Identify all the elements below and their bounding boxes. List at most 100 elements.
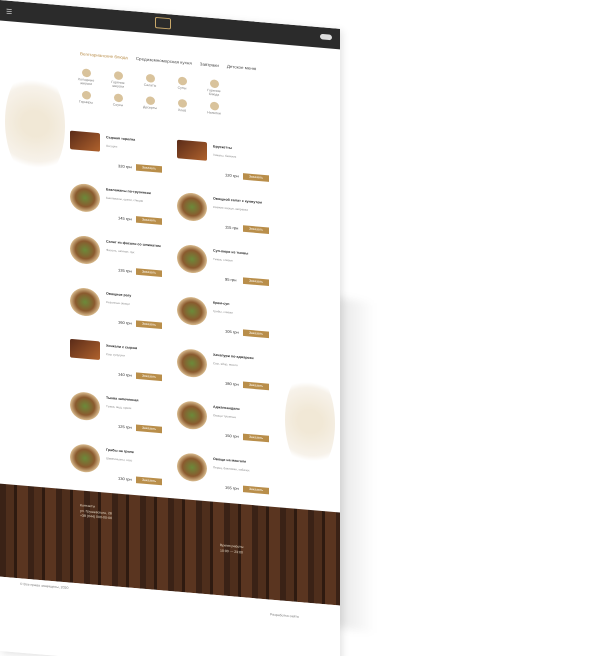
category-icons: Холодные закуски Горячие закуски Салаты Суп…: [75, 68, 255, 119]
category-label: Гарниры: [79, 99, 93, 105]
category-label: Соусы: [112, 102, 124, 108]
order-button[interactable]: Заказать: [136, 268, 162, 277]
dish-image[interactable]: [177, 452, 207, 483]
dish-price: 115 грн: [225, 224, 239, 231]
menu-item: Салат из фасоли со шпинатом Фасоль, шпина…: [70, 233, 163, 284]
order-button[interactable]: Заказать: [243, 433, 269, 443]
grapes-decoration-right: [285, 368, 335, 475]
menu-icon[interactable]: ☰: [6, 8, 12, 16]
dish-description: Сезонные овощи: [106, 300, 130, 306]
dish-name: Салат из фасоли со шпинатом: [106, 239, 161, 249]
dish-image[interactable]: [70, 338, 100, 361]
dish-image[interactable]: [70, 182, 100, 214]
category-icon: [113, 93, 123, 103]
category-item[interactable]: Горячие закуски: [107, 70, 129, 89]
category-icon: [145, 73, 155, 83]
tab-1[interactable]: Средиземноморская кухня: [136, 56, 192, 65]
order-button[interactable]: Заказать: [243, 329, 269, 339]
order-button[interactable]: Заказать: [136, 164, 162, 173]
menu-item: Суп-пюре из тыквы Тыква, сливки 95 грн Зака…: [177, 242, 270, 293]
footer-hours-value: 10:00 — 23:00: [220, 548, 243, 555]
category-label: Салаты: [143, 82, 157, 88]
dish-price: 105 грн: [225, 328, 239, 335]
dish-name: Овощное рагу: [106, 291, 132, 298]
copyright: © Все права защищены, 2020: [20, 582, 69, 590]
category-label: Супы: [177, 85, 187, 91]
order-button[interactable]: Заказать: [243, 225, 269, 234]
dish-image[interactable]: [70, 286, 100, 318]
order-button[interactable]: Заказать: [243, 381, 269, 391]
footer-hours: Время работы 10:00 — 23:00: [220, 543, 243, 555]
website-page: ☰ Вегетарианские блюда Средиземноморская …: [0, 0, 340, 656]
category-item[interactable]: Холодные закуски: [75, 68, 97, 87]
dish-name: Грибы на гриле: [106, 447, 134, 455]
menu-item: Брускетты Томаты, базилик 120 грн Заказать: [177, 138, 270, 189]
dish-image[interactable]: [70, 443, 100, 474]
menu-item: Тыква запеченная Тыква, мед, орехи 125 грн…: [70, 389, 163, 440]
toggle-icon[interactable]: [320, 33, 332, 41]
dish-image[interactable]: [70, 234, 100, 266]
dish-description: Сыр сулугуни: [106, 352, 125, 358]
dish-image[interactable]: [177, 347, 207, 379]
dish-image[interactable]: [177, 191, 207, 223]
dish-price: 140 грн: [118, 371, 132, 378]
dish-image[interactable]: [177, 139, 207, 161]
dish-description: Сыр, яйцо, масло: [213, 361, 238, 368]
dish-name: Тыква запеченная: [106, 395, 139, 403]
category-item[interactable]: Соусы: [107, 93, 129, 108]
category-icon: [209, 101, 219, 111]
menu-item: Хинкали с сыром Сыр сулугуни 140 грн Заказа…: [70, 337, 163, 388]
dish-price: 320 грн: [118, 163, 132, 170]
order-button[interactable]: Заказать: [136, 372, 162, 382]
dish-description: Свежие овощи, заправка: [213, 205, 248, 212]
developer-link[interactable]: Разработка сайта: [270, 613, 299, 619]
category-icon: [81, 68, 91, 78]
order-button[interactable]: Заказать: [136, 320, 162, 330]
dish-description: Ассорти: [106, 143, 118, 149]
dish-price: 135 грн: [118, 267, 132, 274]
category-icon: [113, 71, 123, 81]
category-item[interactable]: Напитки: [203, 101, 225, 116]
dish-price: 120 грн: [225, 172, 239, 179]
dish-description: Шампиньоны, соус: [106, 456, 133, 463]
order-button[interactable]: Заказать: [243, 173, 269, 182]
category-item[interactable]: Десерты: [139, 96, 161, 111]
dish-image[interactable]: [177, 243, 207, 275]
category-icon: [145, 96, 155, 106]
dish-name: Аджапсандали: [213, 404, 240, 411]
tab-3[interactable]: Детское меню: [227, 64, 256, 71]
tab-0[interactable]: Вегетарианские блюда: [80, 51, 128, 60]
dish-description: Овощи тушеные: [213, 413, 237, 420]
menu-item: Хачапури по-аджарски Сыр, яйцо, масло 180 …: [177, 346, 270, 397]
logo[interactable]: [155, 16, 171, 30]
order-button[interactable]: Заказать: [136, 216, 162, 225]
category-label: Напитки: [207, 110, 221, 116]
category-label: Десерты: [142, 105, 157, 111]
dish-price: 150 грн: [225, 432, 239, 439]
dish-price: 145 грн: [118, 215, 132, 222]
dish-image[interactable]: [177, 295, 207, 327]
dish-description: Баклажаны, орехи, специи: [106, 195, 144, 203]
menu-item: Баклажаны по-грузински Баклажаны, орехи, …: [70, 181, 163, 232]
menu-item: Крем-суп Грибы, сливки 105 грн Заказать: [177, 294, 270, 345]
order-button[interactable]: Заказать: [243, 277, 269, 287]
mockup-stage: ☰ Вегетарианские блюда Средиземноморская …: [0, 0, 596, 656]
dish-name: Баклажаны по-грузински: [106, 187, 151, 196]
menu-grid: Сырная тарелка Ассорти 320 грн Заказать Брус…: [70, 129, 270, 501]
category-item[interactable]: Горячие блюда: [203, 79, 225, 98]
dish-price: 95 грн: [225, 276, 237, 283]
order-button[interactable]: Заказать: [243, 485, 269, 495]
category-item[interactable]: Супы: [171, 76, 193, 95]
tab-2[interactable]: Завтраки: [200, 62, 219, 68]
category-item[interactable]: Салаты: [139, 73, 161, 92]
category-item[interactable]: Гарниры: [75, 90, 97, 105]
dish-image[interactable]: [177, 400, 207, 431]
dish-price: 125 грн: [118, 423, 132, 430]
category-item[interactable]: Хлеб: [171, 98, 193, 113]
category-icon: [81, 90, 91, 100]
dish-image[interactable]: [70, 390, 100, 422]
dish-name: Хинкали с сыром: [106, 343, 138, 351]
order-button[interactable]: Заказать: [136, 476, 162, 486]
order-button[interactable]: Заказать: [136, 424, 162, 434]
dish-image[interactable]: [70, 130, 100, 152]
